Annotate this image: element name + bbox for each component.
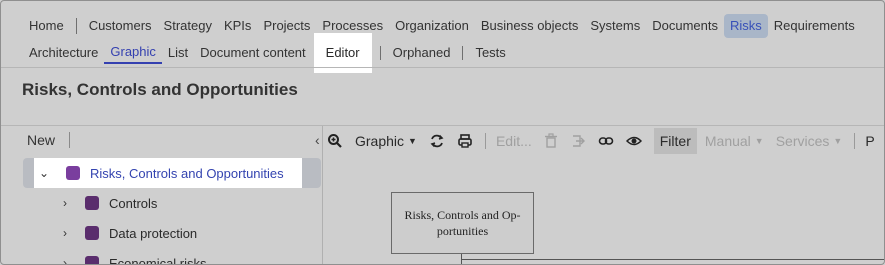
tab-orphaned[interactable]: Orphaned: [387, 42, 457, 64]
header-divider: [1, 67, 884, 68]
diagram-node-label: Risks, Controls and Op-portunities: [404, 208, 521, 238]
folder-icon: [85, 196, 99, 210]
tree-item-data-protection[interactable]: › Data protection: [59, 218, 197, 248]
nav-risks[interactable]: Risks: [723, 14, 768, 38]
caret-down-icon: ▼: [408, 136, 417, 146]
app-window: Home Customers Strategy KPIs Projects Pr…: [0, 0, 885, 265]
tree-item-label: Economical risks: [109, 255, 207, 265]
tab-graphic[interactable]: Graphic: [104, 42, 162, 64]
diagram-toolbar: Graphic ▼ Edit... Filter Manual ▼ Servic…: [327, 128, 884, 154]
nav-organization[interactable]: Organization: [389, 14, 475, 38]
folder-icon: [66, 166, 80, 180]
view-dropdown[interactable]: Graphic ▼: [355, 133, 417, 149]
filter-button[interactable]: Filter: [653, 128, 697, 154]
tab-document-content[interactable]: Document content: [194, 42, 312, 64]
toolbar-separator: [854, 133, 856, 149]
folder-icon: [85, 256, 99, 264]
page-title: Risks, Controls and Opportunities: [22, 80, 298, 99]
edit-button[interactable]: Edit...: [496, 133, 532, 149]
chevron-down-icon[interactable]: ⌄: [38, 166, 50, 180]
chevron-right-icon[interactable]: ›: [59, 196, 71, 210]
nav-documents[interactable]: Documents: [646, 14, 724, 38]
tab-tests[interactable]: Tests: [469, 42, 511, 64]
left-pane-header: New: [27, 132, 71, 148]
nav-separator: [75, 18, 77, 34]
nav-systems[interactable]: Systems: [584, 14, 646, 38]
tree-item-label: Risks, Controls and Opportunities: [90, 165, 284, 181]
nav-kpis[interactable]: KPIs: [218, 14, 257, 38]
tree-item-economical-risks[interactable]: › Economical risks: [59, 248, 207, 265]
tab-separator: [379, 46, 381, 60]
content-divider: [1, 125, 884, 126]
link-icon[interactable]: [598, 133, 614, 149]
tree-item-controls[interactable]: › Controls: [59, 188, 157, 218]
pane-splitter[interactable]: [322, 126, 323, 264]
tree-item-label: Controls: [109, 195, 158, 211]
nav-home[interactable]: Home: [23, 14, 70, 38]
manual-dropdown[interactable]: Manual ▼: [705, 133, 764, 149]
diagram-connector: [461, 259, 884, 260]
diagram-node[interactable]: Risks, Controls and Op-portunities: [391, 192, 534, 254]
toolbar-separator: [484, 133, 486, 149]
caret-down-icon: ▼: [754, 136, 764, 146]
chevron-right-icon[interactable]: ›: [59, 226, 71, 240]
refresh-icon[interactable]: [429, 133, 445, 149]
tree-item-label: Data protection: [109, 225, 198, 241]
nav-requirements[interactable]: Requirements: [768, 14, 861, 38]
manual-dropdown-label: Manual: [704, 133, 751, 149]
eye-icon[interactable]: [625, 133, 642, 149]
nav-strategy[interactable]: Strategy: [158, 14, 218, 38]
caret-down-icon: ▼: [833, 136, 843, 146]
nav-customers[interactable]: Customers: [83, 14, 158, 38]
truncated-toolbar-item[interactable]: P: [865, 133, 874, 149]
delete-icon[interactable]: [544, 133, 558, 149]
tab-separator: [462, 46, 464, 60]
tab-architecture[interactable]: Architecture: [23, 42, 104, 64]
services-dropdown[interactable]: Services ▼: [776, 133, 843, 149]
secondary-nav: Architecture Graphic List Document conte…: [23, 33, 512, 73]
new-button[interactable]: New: [27, 132, 55, 148]
chevron-right-icon[interactable]: ›: [59, 256, 71, 264]
move-icon[interactable]: [570, 133, 586, 149]
print-icon[interactable]: [457, 133, 473, 149]
header-separator: [69, 132, 71, 148]
tree-item-root[interactable]: ⌄ Risks, Controls and Opportunities: [34, 158, 302, 188]
folder-icon: [85, 226, 99, 240]
primary-nav: Home Customers Strategy KPIs Projects Pr…: [23, 13, 861, 39]
zoom-icon[interactable]: [327, 133, 343, 149]
services-dropdown-label: Services: [775, 133, 830, 149]
tab-list[interactable]: List: [162, 42, 194, 64]
nav-business-objects[interactable]: Business objects: [475, 14, 585, 38]
collapse-pane-icon[interactable]: ‹: [315, 132, 320, 148]
nav-projects[interactable]: Projects: [257, 14, 316, 38]
view-dropdown-label: Graphic: [355, 133, 405, 149]
